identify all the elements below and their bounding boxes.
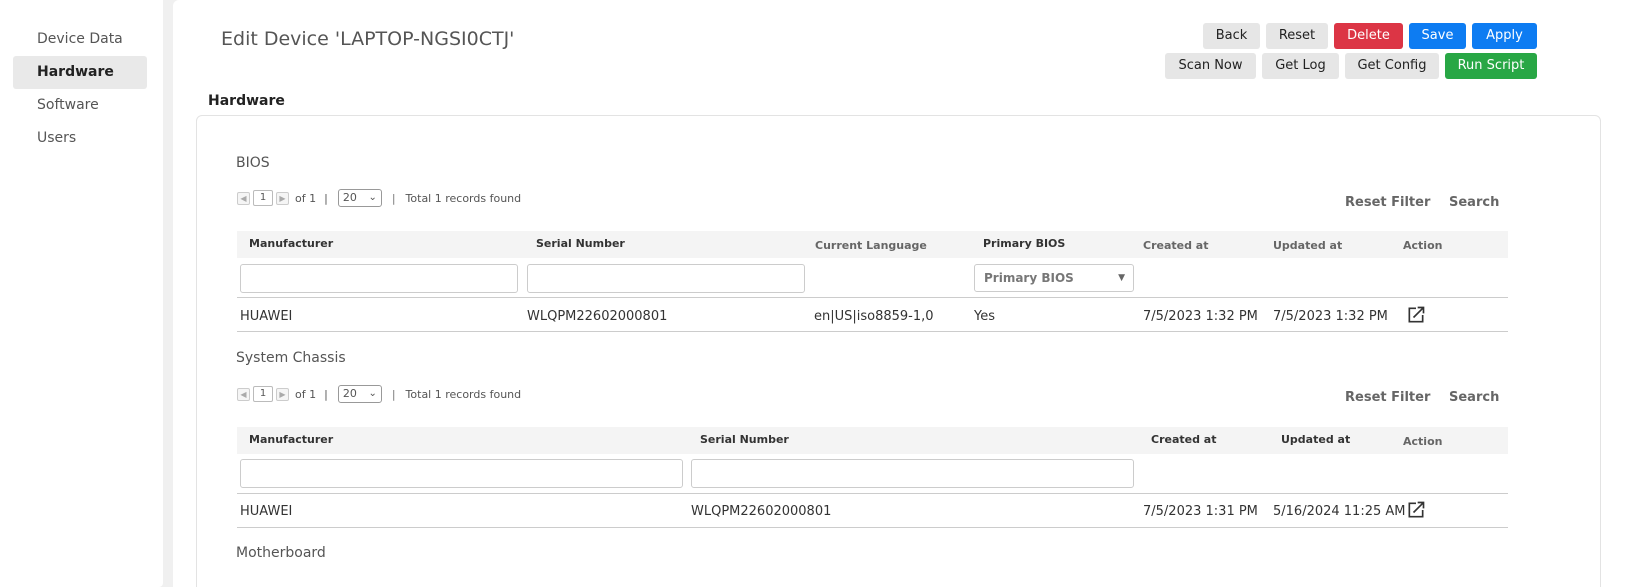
cell-serial-number: WLQPM22602000801 bbox=[527, 309, 668, 324]
cell-created-at: 7/5/2023 1:31 PM bbox=[1143, 504, 1258, 519]
cell-updated-at: 7/5/2023 1:32 PM bbox=[1273, 309, 1388, 324]
bios-pager: ◀ 1 ▶ of 1 | 20 ⌄ | Total 1 records found bbox=[237, 188, 521, 208]
divider bbox=[237, 493, 1508, 494]
chevron-down-icon: ⌄ bbox=[368, 192, 377, 203]
column-header-created-at[interactable]: Created at bbox=[1151, 433, 1216, 446]
prev-page-icon[interactable]: ◀ bbox=[237, 387, 250, 401]
serial-number-filter-input[interactable] bbox=[691, 459, 1134, 488]
page-number-input[interactable]: 1 bbox=[253, 386, 273, 402]
column-header-manufacturer[interactable]: Manufacturer bbox=[249, 433, 333, 446]
caret-down-icon: ▼ bbox=[1118, 273, 1125, 283]
apply-button[interactable]: Apply bbox=[1472, 23, 1537, 49]
primary-bios-filter-select[interactable]: Primary BIOS ▼ bbox=[974, 264, 1134, 292]
column-header-action: Action bbox=[1403, 435, 1443, 448]
divider bbox=[237, 331, 1508, 332]
cell-manufacturer: HUAWEI bbox=[240, 504, 293, 519]
sidebar-item-software[interactable]: Software bbox=[13, 89, 147, 122]
reset-filter-button[interactable]: Reset Filter bbox=[1345, 195, 1430, 210]
divider bbox=[237, 297, 1508, 298]
get-log-button[interactable]: Get Log bbox=[1262, 53, 1339, 79]
column-header-manufacturer[interactable]: Manufacturer bbox=[249, 237, 333, 250]
prev-page-icon[interactable]: ◀ bbox=[237, 191, 250, 205]
pager-separator: | bbox=[324, 191, 328, 205]
sidebar-item-hardware[interactable]: Hardware bbox=[13, 56, 147, 89]
manufacturer-filter-input[interactable] bbox=[240, 459, 683, 488]
chevron-down-icon: ⌄ bbox=[368, 388, 377, 399]
serial-number-filter-input[interactable] bbox=[527, 264, 805, 293]
section-heading: Hardware bbox=[208, 93, 285, 109]
column-header-current-language[interactable]: Current Language bbox=[815, 239, 927, 252]
cell-manufacturer: HUAWEI bbox=[240, 309, 293, 324]
page-title: Edit Device 'LAPTOP-NGSI0CTJ' bbox=[221, 28, 515, 50]
next-page-icon[interactable]: ▶ bbox=[276, 191, 289, 205]
column-header-serial-number[interactable]: Serial Number bbox=[700, 433, 789, 446]
search-button[interactable]: Search bbox=[1449, 390, 1499, 405]
save-button[interactable]: Save bbox=[1409, 23, 1466, 49]
page-size-select[interactable]: 20 ⌄ bbox=[337, 189, 382, 207]
page-of-label: of 1 bbox=[295, 387, 317, 401]
delete-button[interactable]: Delete bbox=[1334, 23, 1403, 49]
cell-primary-bios: Yes bbox=[974, 309, 995, 324]
external-link-icon[interactable] bbox=[1406, 305, 1426, 325]
run-script-button[interactable]: Run Script bbox=[1445, 53, 1537, 79]
sidebar-item-users[interactable]: Users bbox=[13, 122, 147, 155]
next-page-icon[interactable]: ▶ bbox=[276, 387, 289, 401]
main-panel: Edit Device 'LAPTOP-NGSI0CTJ' Back Reset… bbox=[173, 0, 1629, 587]
sidebar-item-device-data[interactable]: Device Data bbox=[13, 23, 147, 56]
page-of-label: of 1 bbox=[295, 191, 317, 205]
column-header-serial-number[interactable]: Serial Number bbox=[536, 237, 625, 250]
get-config-button[interactable]: Get Config bbox=[1345, 53, 1439, 79]
records-count: Total 1 records found bbox=[405, 191, 522, 205]
column-header-updated-at[interactable]: Updated at bbox=[1273, 239, 1342, 252]
column-header-primary-bios[interactable]: Primary BIOS bbox=[983, 237, 1065, 250]
motherboard-title: Motherboard bbox=[236, 545, 326, 561]
manufacturer-filter-input[interactable] bbox=[240, 264, 518, 293]
back-button[interactable]: Back bbox=[1203, 23, 1260, 49]
divider bbox=[237, 527, 1508, 528]
pager-separator: | bbox=[324, 387, 328, 401]
records-count: Total 1 records found bbox=[405, 387, 522, 401]
page-size-select[interactable]: 20 ⌄ bbox=[337, 385, 382, 403]
reset-button[interactable]: Reset bbox=[1266, 23, 1328, 49]
reset-filter-button[interactable]: Reset Filter bbox=[1345, 390, 1430, 405]
external-link-icon[interactable] bbox=[1406, 500, 1426, 520]
chassis-title: System Chassis bbox=[236, 350, 346, 366]
scan-now-button[interactable]: Scan Now bbox=[1165, 53, 1256, 79]
sidebar: Device Data Hardware Software Users bbox=[0, 0, 163, 587]
search-button[interactable]: Search bbox=[1449, 195, 1499, 210]
chassis-pager: ◀ 1 ▶ of 1 | 20 ⌄ | Total 1 records found bbox=[237, 384, 521, 404]
pager-separator: | bbox=[391, 387, 396, 401]
cell-serial-number: WLQPM22602000801 bbox=[691, 504, 832, 519]
chassis-table-header: Manufacturer Serial Number Created at Up… bbox=[237, 427, 1508, 454]
column-header-updated-at[interactable]: Updated at bbox=[1281, 433, 1350, 446]
bios-title: BIOS bbox=[236, 155, 270, 171]
column-header-action: Action bbox=[1403, 239, 1443, 252]
cell-created-at: 7/5/2023 1:32 PM bbox=[1143, 309, 1258, 324]
hardware-card: BIOS ◀ 1 ▶ of 1 | 20 ⌄ | Total 1 records … bbox=[196, 115, 1601, 587]
column-header-created-at[interactable]: Created at bbox=[1143, 239, 1208, 252]
pager-separator: | bbox=[391, 191, 396, 205]
cell-updated-at: 5/16/2024 11:25 AM bbox=[1273, 504, 1406, 519]
page-number-input[interactable]: 1 bbox=[253, 190, 273, 206]
bios-table-header: Manufacturer Serial Number Current Langu… bbox=[237, 231, 1508, 258]
cell-current-language: en|US|iso8859-1,0 bbox=[814, 309, 934, 324]
